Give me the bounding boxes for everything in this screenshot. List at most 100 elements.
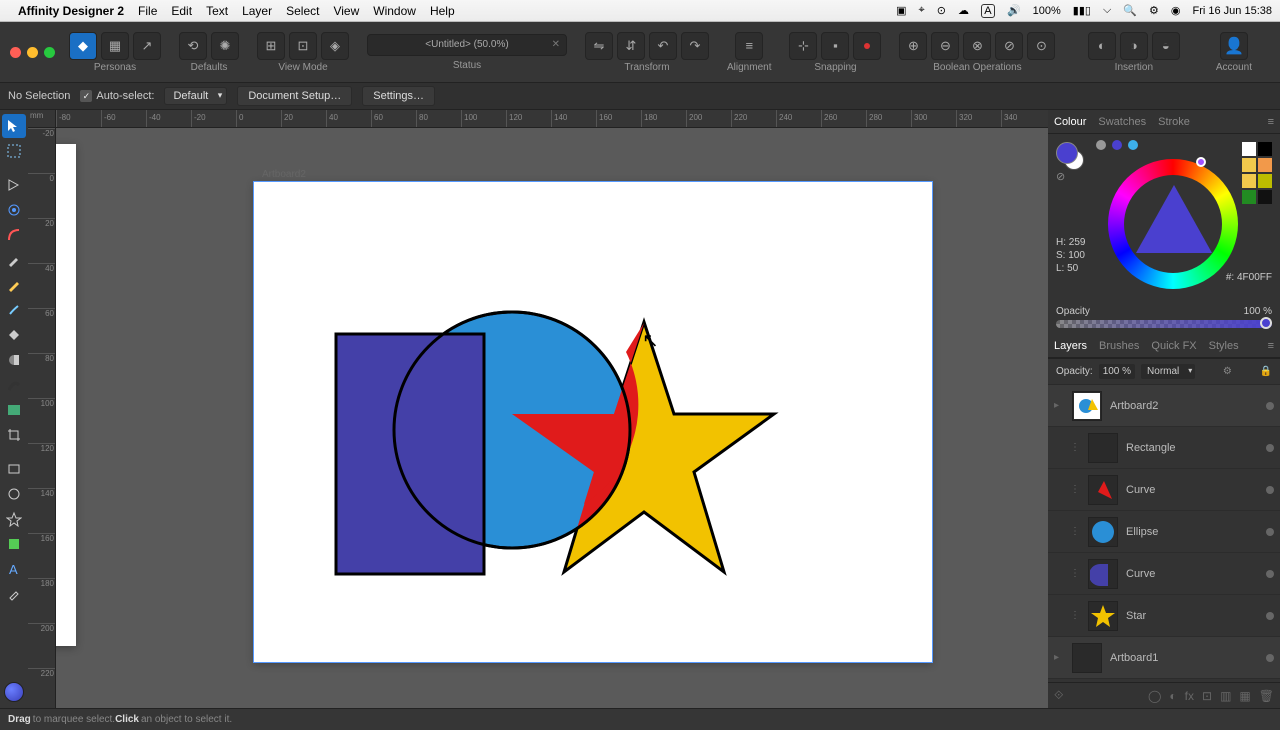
mask-layer-icon[interactable]: ◯ [1148,689,1161,703]
vector-brush-tool[interactable] [2,373,26,397]
node-tool[interactable] [2,173,26,197]
insert-inside-button[interactable]: ◑ [1120,32,1148,60]
flip-h-button[interactable]: ⇋ [585,32,613,60]
input-source-icon[interactable]: A [981,4,995,18]
drag-handle-icon[interactable]: ⋮ [1070,526,1080,537]
account-button[interactable]: 👤 [1220,32,1248,60]
visibility-toggle[interactable] [1266,402,1274,410]
rotate-cw-button[interactable]: ↷ [681,32,709,60]
fx-icon[interactable]: fx [1185,689,1194,703]
sync-defaults-button[interactable]: ⟲ [179,32,207,60]
tab-swatches[interactable]: Swatches [1098,116,1146,128]
place-image-tool[interactable] [2,398,26,422]
crop-tool[interactable] [2,423,26,447]
wifi-icon[interactable]: ⌵ [1103,4,1111,17]
flip-v-button[interactable]: ⇵ [617,32,645,60]
layer-curve-red[interactable]: ⋮ Curve [1048,469,1280,511]
layer-settings-icon[interactable]: ⚙ [1223,366,1232,377]
alignment-button[interactable]: ≡ [735,32,763,60]
visibility-toggle[interactable] [1266,570,1274,578]
drag-handle-icon[interactable]: ⋮ [1070,610,1080,621]
move-tool[interactable] [2,114,26,138]
pen-tool[interactable] [2,248,26,272]
add-layer-icon[interactable]: ▥ [1220,689,1231,703]
fill-tool[interactable] [2,323,26,347]
screenrec-icon[interactable]: ▣ [896,4,906,17]
settings-button[interactable]: Settings… [362,86,435,106]
layer-rectangle[interactable]: ⋮ Rectangle [1048,427,1280,469]
document-setup-button[interactable]: Document Setup… [237,86,352,106]
designer-persona-button[interactable]: ◆ [69,32,97,60]
pixel-persona-button[interactable]: ▦ [101,32,129,60]
search-icon[interactable]: 🔍 [1123,4,1137,17]
opacity-value[interactable]: 100 % [1244,306,1272,317]
expand-icon[interactable]: ▸ [1054,400,1064,411]
layer-opacity-value[interactable]: 100 % [1099,364,1135,379]
auto-scroll-icon[interactable]: ⟐ [1054,688,1063,703]
menu-file[interactable]: File [138,4,157,18]
volume-icon[interactable]: 🔊 [1007,4,1021,17]
ruler-unit[interactable]: mm [28,110,56,128]
tab-stroke[interactable]: Stroke [1158,116,1190,128]
none-swatch-icon[interactable]: ⊘ [1056,170,1065,183]
pencil-tool[interactable] [2,273,26,297]
expand-icon[interactable]: ▸ [1054,652,1064,663]
bool-add-button[interactable]: ⊕ [899,32,927,60]
siri-icon[interactable]: ◉ [1171,4,1181,17]
tab-brushes[interactable]: Brushes [1099,340,1139,352]
pixel-preview-button[interactable]: ⊞ [257,32,285,60]
menu-window[interactable]: Window [373,4,416,18]
visibility-toggle[interactable] [1266,528,1274,536]
close-doc-icon[interactable]: ✕ [552,39,560,50]
add-pixel-layer-icon[interactable]: ▦ [1239,689,1250,703]
rotate-ccw-button[interactable]: ↶ [649,32,677,60]
drag-handle-icon[interactable]: ⋮ [1070,484,1080,495]
shape-tool[interactable] [2,532,26,556]
layers-panel-menu-icon[interactable]: ≡ [1268,340,1274,352]
visibility-toggle[interactable] [1266,654,1274,662]
bool-divide-button[interactable]: ⊙ [1027,32,1055,60]
tab-styles[interactable]: Styles [1209,340,1239,352]
artboard-tool[interactable] [2,139,26,163]
viewport[interactable]: Artboard2 [56,128,1048,708]
swatch[interactable] [1242,190,1256,204]
drag-handle-icon[interactable]: ⋮ [1070,568,1080,579]
export-persona-button[interactable]: ↗ [133,32,161,60]
menu-layer[interactable]: Layer [242,4,272,18]
layer-artboard2[interactable]: ▸ Artboard2 [1048,385,1280,427]
hue-marker[interactable] [1196,157,1206,167]
artboard2-canvas[interactable] [254,182,932,662]
menu-help[interactable]: Help [430,4,455,18]
swatch[interactable] [1258,174,1272,188]
adjustment-icon[interactable]: ◐ [1169,689,1176,703]
menu-edit[interactable]: Edit [171,4,192,18]
layer-artboard1[interactable]: ▸ Artboard1 [1048,637,1280,679]
menu-text[interactable]: Text [206,4,228,18]
swatch[interactable] [1258,142,1272,156]
contour-tool[interactable] [2,198,26,222]
bool-xor-button[interactable]: ⊘ [995,32,1023,60]
visibility-toggle[interactable] [1266,612,1274,620]
snap-button[interactable]: ⊹ [789,32,817,60]
snapping-toggle-button[interactable] [853,32,881,60]
vertical-ruler[interactable]: -20020406080100120140160180200220 [28,128,56,708]
artboard-label[interactable]: Artboard2 [260,168,308,181]
auto-select-checkbox[interactable]: ✓ [80,90,92,102]
eyedropper-tool[interactable] [2,582,26,606]
retina-preview-button[interactable]: ⊡ [289,32,317,60]
swatch[interactable] [1258,158,1272,172]
document-status[interactable]: <Untitled> (50.0%) ✕ [367,34,567,56]
current-color-well[interactable] [4,682,24,702]
play-icon[interactable]: ⊙ [937,4,946,17]
star-tool[interactable] [2,507,26,531]
visibility-toggle[interactable] [1266,444,1274,452]
swatch[interactable] [1242,174,1256,188]
layer-lock-icon[interactable]: 🔒 [1260,366,1272,377]
rectangle-tool[interactable] [2,457,26,481]
bluetooth-icon[interactable]: ⌖ [919,4,925,17]
revert-defaults-button[interactable]: ✺ [211,32,239,60]
colour-wheel[interactable] [1108,159,1238,289]
minimize-window-icon[interactable] [27,47,38,58]
hex-value[interactable]: 4F00FF [1237,272,1272,283]
artboard1-canvas[interactable] [56,144,76,646]
